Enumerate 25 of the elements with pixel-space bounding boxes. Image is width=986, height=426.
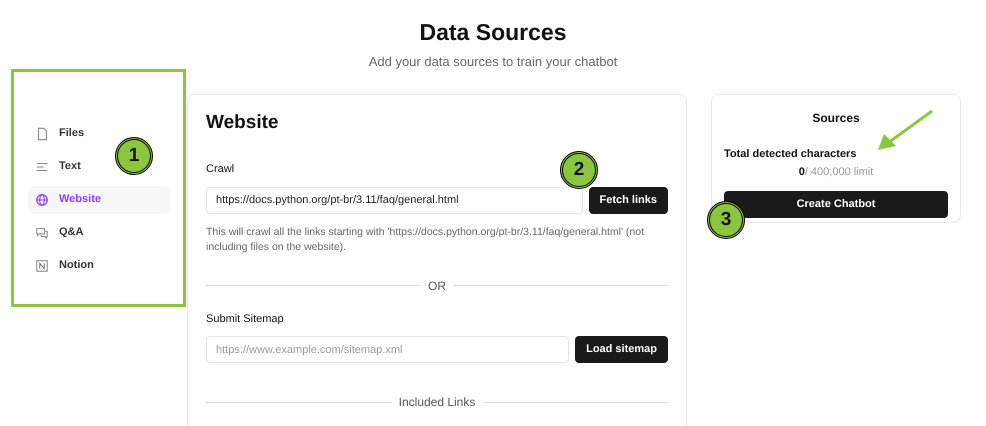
help-text: This will crawl all the links starting with 'https://docs.python.org/pt-br/3.11/faq/general.html' (not including files on the website). <box>206 224 646 254</box>
field-label: Crawl <box>206 162 234 177</box>
load-sitemap-button[interactable]: Load sitemap <box>575 336 668 363</box>
characters-label: Total detected characters <box>724 146 856 162</box>
section-title: Website <box>206 110 280 134</box>
fetch-links-button[interactable]: Fetch links <box>588 186 668 214</box>
sitemap-field[interactable]: https://www.example.com/sitemap.xml <box>206 336 570 363</box>
globe-icon <box>35 192 49 206</box>
step-marker: 2 <box>560 151 598 189</box>
divider-text: Included Links <box>398 394 476 411</box>
page-subtitle: Add your data sources to train your chatbot <box>368 53 618 71</box>
step-marker: 1 <box>115 137 153 175</box>
notion-icon <box>35 258 49 272</box>
url-field[interactable]: https://docs.python.org/pt-br/3.11/faq/general.html <box>206 186 583 214</box>
sidebar-item[interactable]: Website <box>28 186 170 214</box>
page-title: Data Sources <box>419 18 566 46</box>
file-icon <box>35 126 49 140</box>
character-count: 0/ 400,000 limit <box>798 165 874 180</box>
step-marker: 3 <box>707 201 745 239</box>
divider-text: OR <box>428 278 446 294</box>
field-label: Submit Sitemap <box>206 312 284 326</box>
card-title: Sources <box>811 110 861 126</box>
sidebar-item[interactable]: Notion <box>28 252 170 280</box>
sidebar-item[interactable]: Q&A <box>28 218 170 246</box>
chat-bubbles-icon <box>35 226 49 240</box>
